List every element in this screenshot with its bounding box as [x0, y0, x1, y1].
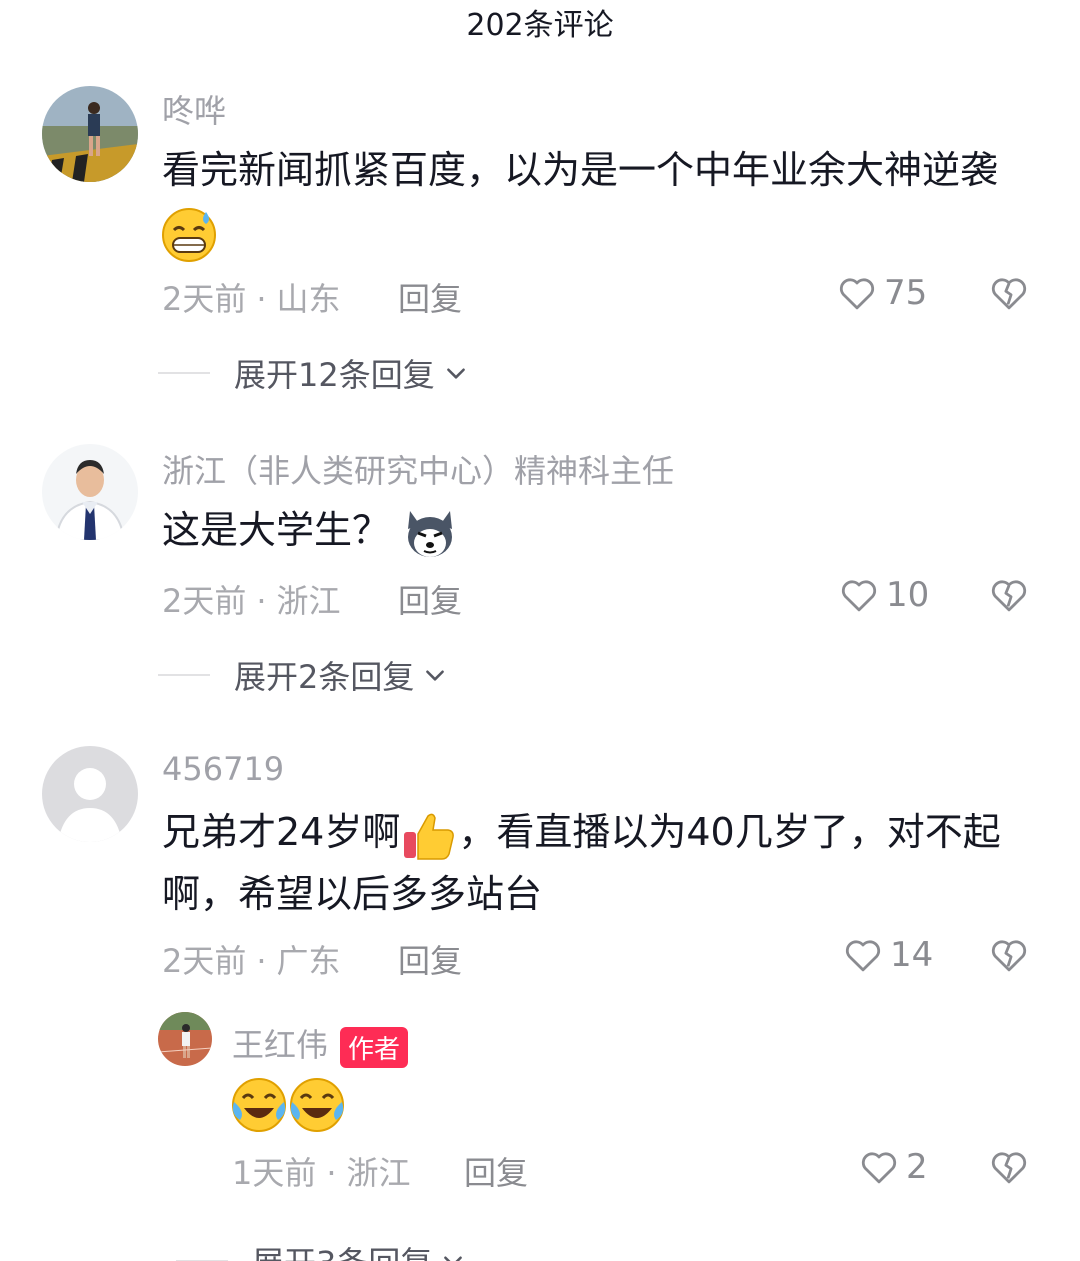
author-badge: 作者	[340, 1026, 409, 1068]
comment-location: 山东	[276, 280, 341, 318]
comment-text: 这是大学生？	[162, 500, 458, 561]
comment-text: 兄弟才24岁啊 ，看直播以为40几岁了，对不起 啊，希望以后多多站台	[162, 802, 1042, 924]
expand-divider	[158, 372, 210, 374]
comment-text: 看完新闻抓紧百度，以为是一个中年业余大神逆袭	[162, 140, 1042, 200]
tears-of-joy-emoji-icon	[288, 1076, 346, 1134]
dislike-button[interactable]	[988, 934, 1030, 976]
comment-emoji-line	[160, 202, 218, 264]
like-button[interactable]: 2	[858, 1146, 928, 1188]
meta-separator: ·	[256, 582, 267, 620]
broken-heart-icon	[991, 278, 1027, 310]
expand-replies-label: 展开12条回复	[234, 356, 435, 394]
chevron-down-icon	[444, 1256, 463, 1261]
reply-username-row: 王红伟 作者	[232, 1020, 409, 1068]
reply-button[interactable]: 回复	[398, 274, 462, 320]
chevron-down-icon	[446, 368, 465, 379]
dislike-button[interactable]	[988, 574, 1030, 616]
comment-text-part: 啊，希望以后多多站台	[162, 871, 543, 916]
like-button[interactable]: 75	[836, 272, 927, 314]
broken-heart-icon	[991, 580, 1027, 612]
broken-heart-icon	[991, 940, 1027, 972]
comments-header: 202条评论	[0, 0, 1080, 56]
comment-text-part: ，看直播以为40几岁了，对不起	[458, 810, 1001, 854]
chevron-down-icon	[426, 670, 445, 681]
avatar[interactable]	[42, 86, 138, 182]
reply-button[interactable]: 回复	[398, 936, 462, 982]
reply-time: 1天前	[232, 1154, 317, 1192]
husky-dog-emoji-icon	[402, 505, 458, 561]
comment-meta: 2天前 · 山东	[162, 274, 341, 320]
comment-count-title: 202条评论	[466, 8, 614, 43]
reply-location: 浙江	[346, 1154, 411, 1192]
meta-separator: ·	[256, 942, 267, 980]
dislike-button[interactable]	[988, 272, 1030, 314]
like-count: 14	[890, 935, 934, 975]
reply-button[interactable]: 回复	[464, 1148, 528, 1194]
comment-meta: 2天前 · 浙江	[162, 576, 341, 622]
expand-replies-label: 展开3条回复	[252, 1238, 432, 1261]
tears-of-joy-emoji-icon	[230, 1076, 288, 1134]
comment-meta: 2天前 · 广东	[162, 936, 341, 982]
comment-location: 广东	[276, 942, 341, 980]
comment-username[interactable]: 浙江（非人类研究中心）精神科主任	[162, 446, 674, 492]
comment-time: 2天前	[162, 280, 247, 318]
heart-icon	[839, 278, 875, 310]
expand-replies-button[interactable]: 展开12条回复	[158, 350, 469, 396]
expand-replies-button[interactable]: 展开3条回复	[176, 1238, 466, 1261]
default-avatar-icon	[42, 746, 138, 842]
meta-separator: ·	[326, 1154, 337, 1192]
meta-separator: ·	[256, 280, 267, 318]
comment-location: 浙江	[276, 582, 341, 620]
expand-divider	[158, 674, 210, 676]
comment-username[interactable]: 咚哗	[162, 86, 226, 132]
reply-avatar[interactable]	[158, 1012, 212, 1066]
comment-time: 2天前	[162, 942, 247, 980]
reply-username[interactable]: 王红伟	[232, 1026, 328, 1064]
reply-button[interactable]: 回复	[398, 576, 462, 622]
comment-username[interactable]: 456719	[162, 750, 284, 788]
comment-time: 2天前	[162, 582, 247, 620]
comment-text-content: 看完新闻抓紧百度，以为是一个中年业余大神逆袭	[162, 148, 999, 192]
expand-replies-button[interactable]: 展开2条回复	[158, 652, 448, 698]
expand-replies-label: 展开2条回复	[234, 658, 415, 696]
comment-text-part: 兄弟才24岁啊	[162, 810, 401, 854]
reply-text	[230, 1072, 346, 1134]
avatar[interactable]	[42, 746, 138, 842]
avatar[interactable]	[42, 444, 138, 540]
like-button[interactable]: 10	[838, 574, 929, 616]
heart-icon	[861, 1152, 897, 1184]
like-count: 10	[886, 575, 930, 615]
like-button[interactable]: 14	[842, 934, 933, 976]
like-count: 75	[884, 273, 928, 313]
reply-meta: 1天前 · 浙江	[232, 1148, 411, 1194]
dislike-button[interactable]	[988, 1146, 1030, 1188]
heart-icon	[845, 940, 881, 972]
heart-icon	[841, 580, 877, 612]
broken-heart-icon	[991, 1152, 1027, 1184]
comment-text-content: 这是大学生？	[162, 508, 391, 552]
like-count: 2	[906, 1147, 928, 1187]
thumbs-up-emoji-icon	[400, 806, 458, 864]
sweat-grin-emoji-icon	[160, 206, 218, 264]
